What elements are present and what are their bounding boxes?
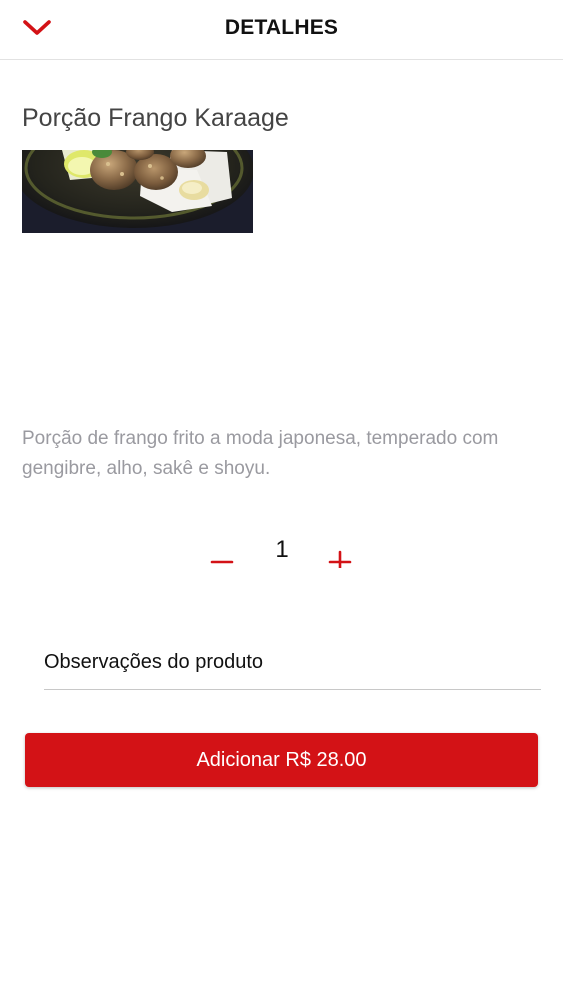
add-to-cart-button[interactable]: Adicionar R$ 28.00	[25, 733, 538, 787]
product-image	[22, 150, 253, 233]
product-description: Porção de frango frito a moda japonesa, …	[22, 428, 499, 479]
product-name: Porção Frango Karaage	[22, 104, 289, 132]
increase-quantity-button[interactable]	[322, 540, 358, 576]
page-title: DETALHES	[224, 16, 339, 39]
minus-icon	[210, 544, 234, 573]
quantity-stepper: 1	[0, 530, 563, 586]
decrease-quantity-button[interactable]	[204, 540, 240, 576]
header-bar: DETALHES	[0, 0, 563, 60]
plus-icon	[328, 544, 352, 573]
product-notes-input[interactable]	[44, 636, 541, 690]
quantity-value: 1	[275, 536, 289, 563]
